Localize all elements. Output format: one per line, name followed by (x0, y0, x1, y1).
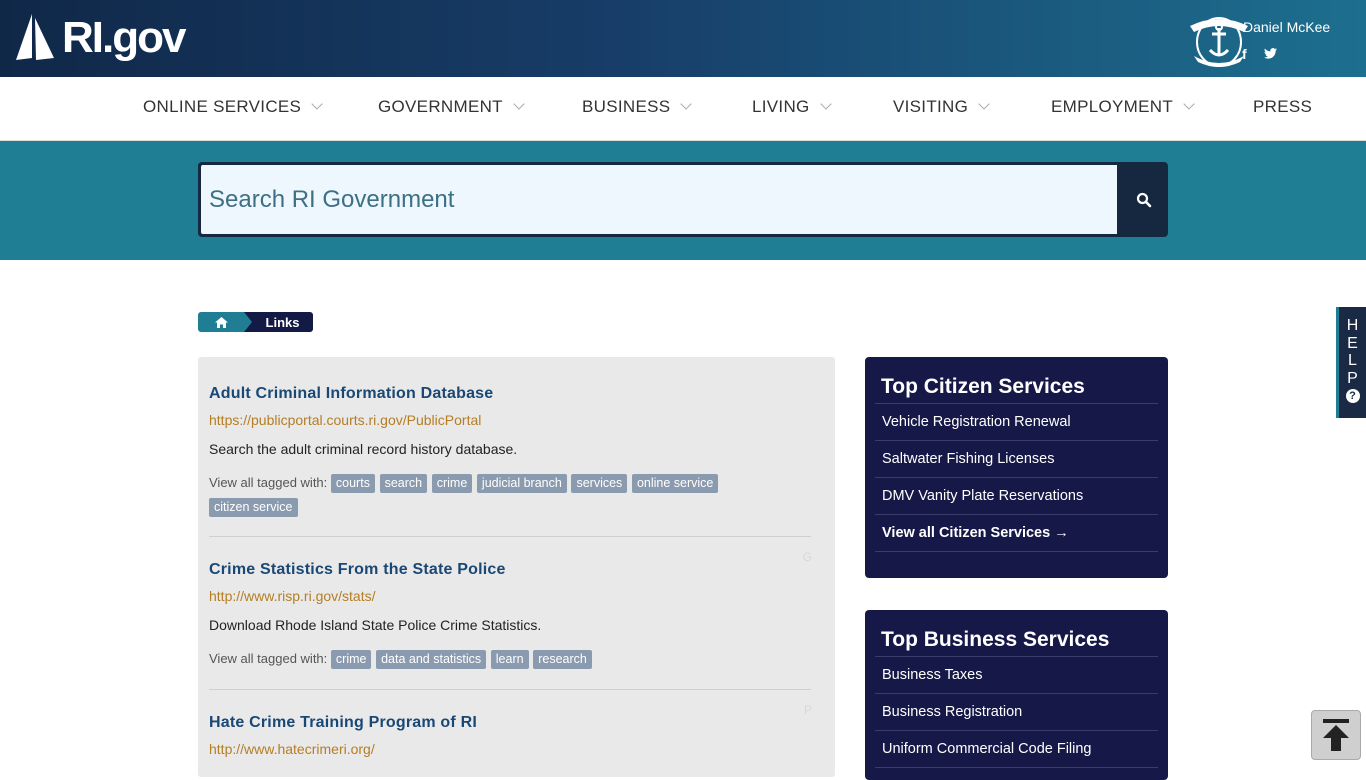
divider (209, 689, 811, 690)
tag[interactable]: data and statistics (376, 650, 487, 669)
breadcrumb-home[interactable] (198, 312, 244, 332)
nav-visiting[interactable]: VISITING (893, 97, 990, 117)
tag[interactable]: online service (631, 474, 719, 493)
tag[interactable]: judicial branch (476, 474, 567, 493)
twitter-icon[interactable] (1264, 48, 1277, 59)
nav-employment[interactable]: EMPLOYMENT (1051, 97, 1195, 117)
tag[interactable]: services (571, 474, 628, 493)
result-description: Search the adult criminal record history… (209, 441, 518, 457)
citizen-services-list: Vehicle Registration Renewal Saltwater F… (875, 403, 1158, 552)
chevron-down-icon (978, 98, 990, 110)
governor-name[interactable]: Daniel McKee (1243, 19, 1330, 35)
result-url[interactable]: https://publicportal.courts.ri.gov/Publi… (209, 412, 811, 428)
tag[interactable]: search (379, 474, 428, 493)
list-item: Crime Statistics From the State Police h… (209, 561, 811, 671)
help-letter: P (1347, 369, 1358, 387)
chevron-down-icon (680, 98, 693, 110)
business-services-title: Top Business Services (881, 628, 1110, 651)
tag-list: View all tagged with: crime data and sta… (209, 647, 811, 671)
tags-label: View all tagged with: (209, 475, 328, 490)
result-title[interactable]: Adult Criminal Information Database (209, 385, 811, 403)
tag-list: View all tagged with: courts search crim… (209, 471, 811, 519)
chevron-down-icon (819, 98, 832, 110)
breadcrumb: Links (198, 312, 313, 332)
search-input[interactable] (201, 165, 1117, 234)
help-letter: E (1347, 334, 1358, 352)
chevron-down-icon (311, 98, 323, 110)
citizen-services-box: Top Citizen Services Vehicle Registratio… (865, 357, 1168, 578)
result-description: Download Rhode Island State Police Crime… (209, 617, 542, 633)
result-title[interactable]: Hate Crime Training Program of RI (209, 714, 811, 732)
nav-living[interactable]: LIVING (752, 97, 832, 117)
tags-label: View all tagged with: (209, 651, 328, 666)
citizen-service-link[interactable]: DMV Vanity Plate Reservations (875, 478, 1158, 515)
citizen-service-link[interactable]: Saltwater Fishing Licenses (875, 441, 1158, 478)
main-nav: ONLINE SERVICES GOVERNMENT BUSINESS LIVI… (0, 77, 1366, 141)
question-icon: ? (1345, 389, 1360, 403)
divider (209, 536, 811, 537)
nav-online-services[interactable]: ONLINE SERVICES (143, 97, 323, 117)
business-service-link[interactable]: Uniform Commercial Code Filing (875, 731, 1158, 768)
home-icon (214, 316, 228, 328)
site-header: RI.gov Daniel McKee f (0, 0, 1366, 77)
ri-gov-logo[interactable]: RI.gov (14, 12, 186, 64)
help-letter: H (1346, 317, 1359, 334)
chevron-down-icon (1183, 98, 1195, 110)
view-all-citizen-services-link[interactable]: View all Citizen Services → (875, 515, 1158, 552)
arrow-up-icon (1323, 719, 1349, 751)
nav-press[interactable]: PRESS (1253, 97, 1312, 117)
tag[interactable]: citizen service (209, 498, 298, 517)
business-service-link[interactable]: Business Registration (875, 694, 1158, 731)
tag[interactable]: crime (431, 474, 473, 493)
list-item: Adult Criminal Information Database http… (209, 385, 811, 519)
tag[interactable]: learn (490, 650, 529, 669)
result-url[interactable]: http://www.hatecrimeri.org/ (209, 741, 811, 757)
citizen-service-link[interactable]: Vehicle Registration Renewal (875, 404, 1158, 441)
search-icon (1136, 192, 1151, 207)
business-services-box: Top Business Services Business Taxes Bus… (865, 610, 1168, 780)
tag[interactable]: research (533, 650, 592, 669)
breadcrumb-current: Links (244, 312, 313, 332)
search-band (0, 141, 1366, 260)
sail-icon (16, 14, 54, 60)
business-services-list: Business Taxes Business Registration Uni… (875, 656, 1158, 768)
result-title[interactable]: Crime Statistics From the State Police (209, 561, 811, 579)
logo-text: RI.gov (62, 13, 186, 62)
search-box (198, 162, 1168, 237)
business-service-link[interactable]: Business Taxes (875, 657, 1158, 694)
facebook-icon[interactable]: f (1242, 46, 1247, 62)
nav-business[interactable]: BUSINESS (582, 97, 693, 117)
search-button[interactable] (1119, 162, 1168, 237)
tag[interactable]: crime (330, 650, 372, 669)
help-tab[interactable]: H E L P ? (1336, 307, 1366, 418)
nav-government[interactable]: GOVERNMENT (378, 97, 525, 117)
list-item: Hate Crime Training Program of RI http:/… (209, 714, 811, 757)
result-url[interactable]: http://www.risp.ri.gov/stats/ (209, 588, 811, 604)
results-panel: Adult Criminal Information Database http… (198, 357, 835, 777)
chevron-down-icon (513, 98, 525, 110)
back-to-top-button[interactable] (1311, 710, 1361, 760)
citizen-services-title: Top Citizen Services (881, 375, 1085, 398)
help-letter: L (1348, 352, 1357, 369)
tag[interactable]: courts (330, 474, 375, 493)
